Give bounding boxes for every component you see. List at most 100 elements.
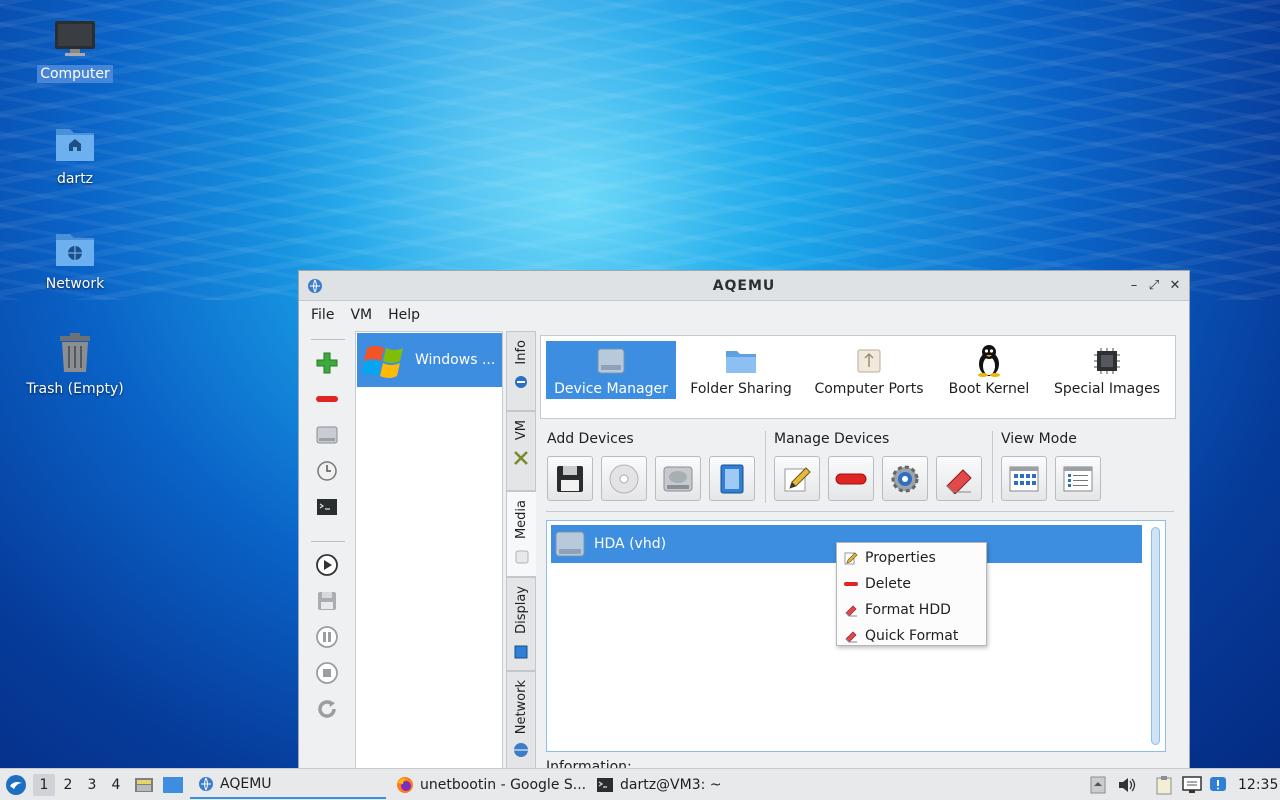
properties-button[interactable] xyxy=(774,456,820,501)
menu-help[interactable]: Help xyxy=(380,307,428,323)
context-menu-format-hdd[interactable]: Format HDD xyxy=(837,597,986,623)
clock[interactable]: 12:35 xyxy=(1238,769,1278,800)
add-floppy-button[interactable] xyxy=(547,456,593,501)
task-label: unetbootin - Google S... xyxy=(420,777,587,793)
context-menu-label: Format HDD xyxy=(865,602,951,618)
tab-label: Network xyxy=(513,680,529,735)
settings-button[interactable] xyxy=(882,456,928,501)
format-button[interactable] xyxy=(936,456,982,501)
display-icon xyxy=(514,645,528,659)
add-hdd-button[interactable] xyxy=(655,456,701,501)
workspace-2[interactable]: 2 xyxy=(57,774,79,796)
minimize-button[interactable]: – xyxy=(1125,277,1143,295)
start-menu-button[interactable] xyxy=(5,769,27,800)
task-aqemu[interactable]: AQEMU xyxy=(190,771,386,799)
add-cdrom-button[interactable] xyxy=(601,456,647,501)
tools-icon xyxy=(514,451,528,465)
desktop-icon-label: Network xyxy=(45,276,105,292)
device-list-scrollbar[interactable] xyxy=(1151,527,1160,745)
tab-label: Boot Kernel xyxy=(948,381,1030,397)
context-menu-delete[interactable]: Delete xyxy=(837,571,986,597)
plus-icon xyxy=(316,352,338,374)
desktop-icon-network[interactable]: Network xyxy=(20,224,130,314)
tab-label: Folder Sharing xyxy=(690,381,792,397)
tab-media[interactable]: Media xyxy=(506,491,536,577)
file-manager-launcher[interactable] xyxy=(134,769,154,800)
maximize-button[interactable]: ⤢ xyxy=(1145,277,1163,295)
tab-info[interactable]: Info xyxy=(506,331,536,411)
desktop-icon-label: Trash (Empty) xyxy=(26,381,124,397)
toolbar-separator xyxy=(311,339,345,340)
remove-icon xyxy=(835,473,867,484)
group-separator xyxy=(992,431,993,503)
tray-arrow-icon xyxy=(1090,776,1106,794)
network-wired-icon xyxy=(1182,776,1202,793)
workspace-1[interactable]: 1 xyxy=(33,774,55,796)
update-notifier-button[interactable] xyxy=(1209,769,1229,800)
notification-icon xyxy=(1210,777,1226,791)
tab-vm[interactable]: VM xyxy=(506,411,536,491)
tab-display[interactable]: Display xyxy=(506,577,536,671)
menu-vm[interactable]: VM xyxy=(342,307,380,323)
gear-icon xyxy=(891,465,919,492)
vm-hdd-button[interactable] xyxy=(313,421,341,449)
tab-network[interactable]: Network xyxy=(506,671,536,769)
clock-icon xyxy=(317,461,337,481)
network-status-button[interactable] xyxy=(1182,769,1204,800)
vm-console-button[interactable] xyxy=(313,493,341,521)
media-tab-bar: Device Manager Folder Sharing Computer P… xyxy=(540,335,1176,419)
list-view-button[interactable] xyxy=(1055,456,1101,501)
tab-folder-sharing[interactable]: Folder Sharing xyxy=(686,341,796,399)
delete-device-button[interactable] xyxy=(828,456,874,501)
window-title: AQEMU xyxy=(712,277,776,294)
desktop-icon-computer[interactable]: Computer xyxy=(20,14,130,104)
tab-computer-ports[interactable]: Computer Ports xyxy=(809,341,929,399)
volume-button[interactable] xyxy=(1118,769,1138,800)
desktop-icon-label: dartz xyxy=(56,171,94,187)
task-firefox[interactable]: unetbootin - Google S... xyxy=(388,771,586,799)
context-menu-properties[interactable]: Properties xyxy=(837,545,986,571)
add-vm-button[interactable] xyxy=(313,349,341,377)
menu-file[interactable]: File xyxy=(303,307,342,323)
vm-history-button[interactable] xyxy=(313,457,341,485)
stop-vm-button[interactable] xyxy=(313,659,341,687)
eraser-icon xyxy=(837,629,865,643)
close-button[interactable]: ✕ xyxy=(1166,277,1184,295)
workspace-4[interactable]: 4 xyxy=(105,774,127,796)
icon-view-button[interactable] xyxy=(1001,456,1047,501)
chip-icon xyxy=(1092,344,1122,378)
desktop-icon-trash[interactable]: Trash (Empty) xyxy=(20,329,130,419)
delete-vm-button[interactable] xyxy=(313,385,341,413)
lubuntu-logo-icon xyxy=(6,775,26,795)
aqemu-window: AQEMU – ⤢ ✕ File VM Help Windows ... Inf… xyxy=(298,270,1190,770)
storage-icon xyxy=(720,464,744,493)
clipboard-button[interactable] xyxy=(1156,769,1176,800)
tray-show-hidden-button[interactable] xyxy=(1090,769,1110,800)
add-storage-button[interactable] xyxy=(709,456,755,501)
tab-label: Display xyxy=(513,586,529,634)
trash-icon xyxy=(53,331,97,375)
tab-device-manager[interactable]: Device Manager xyxy=(546,341,676,399)
desktop-icon-home[interactable]: dartz xyxy=(20,119,130,209)
context-menu-label: Delete xyxy=(865,576,911,592)
group-add-devices: Add Devices xyxy=(547,431,634,447)
taskbar: 1 2 3 4 AQEMU unetbootin - Google S... d… xyxy=(0,768,1280,800)
start-vm-button[interactable] xyxy=(313,551,341,579)
context-menu-quick-format[interactable]: Quick Format xyxy=(837,623,986,649)
list-view-icon xyxy=(1063,466,1093,491)
file-manager-icon xyxy=(135,778,153,792)
task-terminal[interactable]: dartz@VM3: ~ xyxy=(588,771,784,799)
group-separator xyxy=(765,431,766,503)
window-titlebar[interactable]: AQEMU – ⤢ ✕ xyxy=(299,271,1189,301)
reset-vm-button[interactable] xyxy=(313,695,341,723)
vm-list[interactable]: Windows ... xyxy=(355,331,503,769)
hdd-icon xyxy=(554,529,586,559)
save-vm-button[interactable] xyxy=(313,587,341,615)
show-desktop-button[interactable] xyxy=(162,769,184,800)
tab-boot-kernel[interactable]: Boot Kernel xyxy=(941,341,1037,399)
pause-vm-button[interactable] xyxy=(313,623,341,651)
clipboard-icon xyxy=(1156,776,1172,795)
vm-list-item[interactable]: Windows ... xyxy=(357,333,502,387)
tab-special-images[interactable]: Special Images xyxy=(1049,341,1165,399)
workspace-3[interactable]: 3 xyxy=(81,774,103,796)
